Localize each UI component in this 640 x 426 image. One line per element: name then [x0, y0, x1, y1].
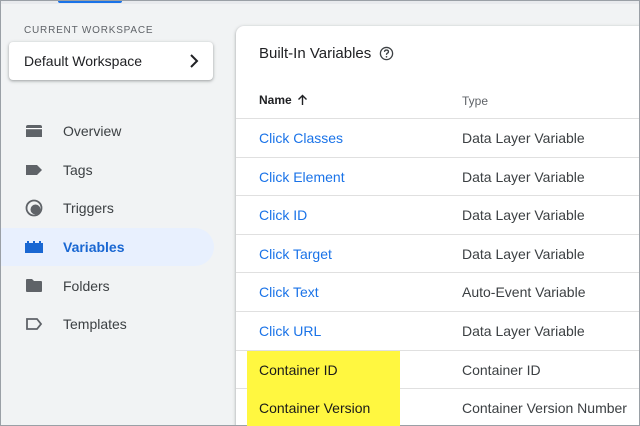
workspace-name: Default Workspace: [24, 53, 143, 69]
table-row: Click Target Data Layer Variable: [236, 235, 640, 274]
table-header: Name Type: [236, 81, 640, 119]
table-row: Container Version Container Version Numb…: [236, 389, 640, 426]
chevron-right-icon: [190, 54, 199, 68]
card-title-text: Built-In Variables: [259, 45, 372, 62]
template-icon: [24, 314, 44, 334]
table-row: Click URL Data Layer Variable: [236, 312, 640, 351]
sidebar-item-label: Templates: [63, 316, 127, 333]
variable-name-link[interactable]: Click Text: [259, 284, 319, 300]
sidebar-item-label: Variables: [63, 239, 125, 256]
help-icon[interactable]: [379, 46, 394, 61]
trigger-icon: [24, 198, 44, 218]
workspace-label: CURRENT WORKSPACE: [24, 25, 154, 36]
variables-table-body: Click Classes Data Layer Variable Click …: [236, 119, 640, 426]
arrow-up-icon: [297, 94, 307, 105]
folder-icon: [24, 276, 44, 296]
variable-name-link[interactable]: Click ID: [259, 207, 307, 223]
table-row: Click ID Data Layer Variable: [236, 196, 640, 235]
workspace-selector[interactable]: Default Workspace: [9, 42, 213, 80]
sidebar-item-triggers[interactable]: Triggers: [0, 189, 214, 228]
variable-name-link[interactable]: Click Target: [259, 246, 332, 262]
variable-type: Data Layer Variable: [462, 322, 585, 339]
table-row: Click Text Auto-Event Variable: [236, 273, 640, 312]
variable-type: Container ID: [462, 361, 541, 378]
sidebar-item-variables[interactable]: Variables: [0, 227, 214, 267]
variable-type: Container Version Number: [462, 400, 627, 417]
table-row: Click Element Data Layer Variable: [236, 158, 640, 197]
variable-name-link[interactable]: Click Classes: [259, 130, 343, 146]
overview-icon: [24, 121, 44, 141]
sidebar-item-label: Triggers: [63, 200, 114, 217]
variable-name-link[interactable]: Click Element: [259, 169, 345, 185]
variable-name-link[interactable]: Container Version: [259, 400, 370, 416]
variable-type: Data Layer Variable: [462, 168, 585, 185]
variable-type: Data Layer Variable: [462, 130, 585, 146]
column-header-name[interactable]: Name: [259, 93, 308, 107]
sidebar-item-templates[interactable]: Templates: [0, 305, 214, 344]
sidebar-item-folders[interactable]: Folders: [0, 266, 214, 305]
sidebar-item-tags[interactable]: Tags: [0, 151, 214, 190]
variable-name-link[interactable]: Click URL: [259, 323, 321, 339]
card-title: Built-In Variables: [259, 45, 394, 62]
sidebar-item-label: Tags: [63, 161, 93, 178]
variable-type: Data Layer Variable: [462, 207, 585, 224]
active-tab-indicator: [58, 0, 122, 3]
sidebar-nav: Overview Tags Triggers Variables Folders…: [0, 112, 214, 344]
top-bar: [0, 0, 640, 4]
variable-type: Data Layer Variable: [462, 245, 585, 262]
table-row: Click Classes Data Layer Variable: [236, 119, 640, 158]
tag-icon: [24, 160, 44, 180]
variable-type: Auto-Event Variable: [462, 284, 586, 301]
built-in-variables-card: Built-In Variables Name Type Click Class…: [236, 26, 640, 426]
column-header-name-label: Name: [259, 93, 292, 107]
sidebar-item-label: Overview: [63, 123, 122, 140]
variables-icon: [24, 237, 44, 257]
table-row: Container ID Container ID: [236, 350, 640, 390]
variable-name-link[interactable]: Container ID: [259, 362, 338, 378]
sidebar-item-label: Folders: [63, 277, 110, 294]
column-header-type[interactable]: Type: [462, 94, 488, 108]
sidebar-item-overview[interactable]: Overview: [0, 112, 214, 151]
